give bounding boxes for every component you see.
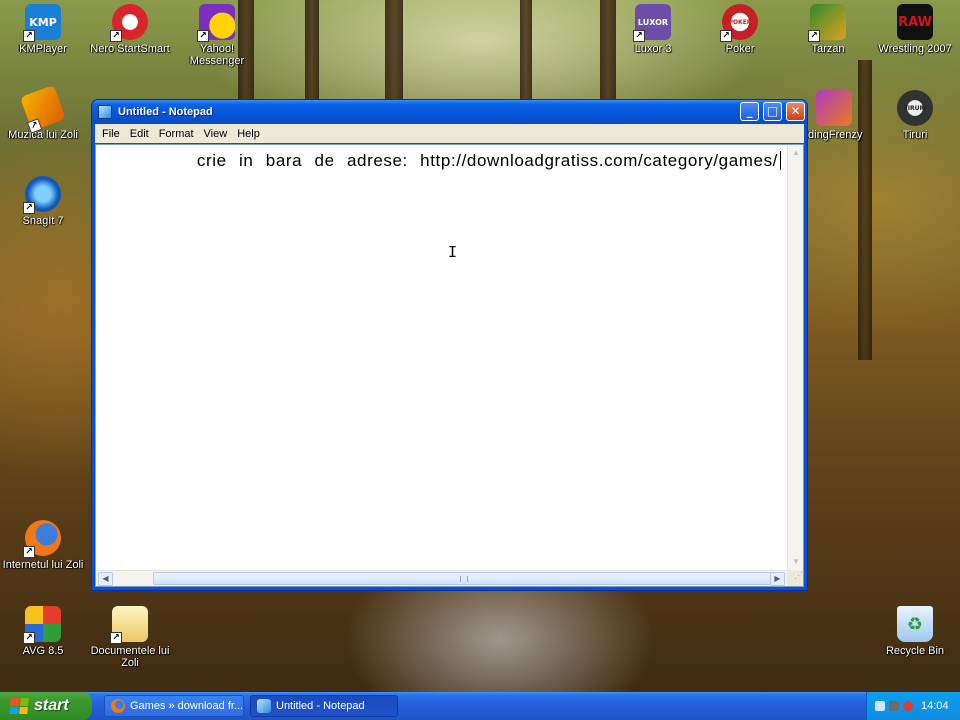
desktop-icon-internetul-lui-zoli[interactable]: ↗ Internetul lui Zoli: [0, 520, 87, 571]
horizontal-scroll-thumb[interactable]: [153, 572, 775, 585]
desktop-icon-wrestling-2007[interactable]: RAW Wrestling 2007: [871, 4, 959, 55]
start-button[interactable]: start: [0, 692, 92, 720]
speaker-icon[interactable]: [889, 701, 899, 711]
desktop-icon-tiruri[interactable]: TIRURI Tiruri: [871, 90, 959, 141]
music-folder-icon: ↗: [19, 84, 67, 134]
start-label: start: [34, 697, 69, 714]
scroll-up-arrow-icon[interactable]: ▲: [790, 147, 802, 159]
desktop-icon-label: Wrestling 2007: [878, 43, 952, 55]
desktop-icon-luxor-3[interactable]: LUXOR ↗ Luxor 3: [609, 4, 697, 55]
menu-bar: File Edit Format View Help: [95, 124, 804, 143]
text-caret: [780, 151, 781, 170]
taskbar-item-notepad[interactable]: Untitled - Notepad: [250, 695, 398, 717]
desktop-icon-label: Nero StartSmart: [90, 43, 170, 55]
desktop-icon-label: Yahoo! Messenger: [189, 43, 245, 67]
scroll-right-arrow-icon[interactable]: ▶: [770, 572, 785, 586]
avg-icon: ↗: [23, 606, 61, 644]
desktop-icon-snagit-7[interactable]: ↗ SnagIt 7: [0, 176, 87, 227]
desktop-icon-muzica-lui-zoli[interactable]: ↗ Muzica lui Zoli: [0, 84, 87, 141]
text-line: crie in bara de adrese: http://downloadg…: [197, 151, 781, 171]
desktop-icon-label: Tarzan: [811, 43, 845, 55]
text-viewport: crie in bara de adrese: http://downloadg…: [96, 145, 787, 570]
desktop-icon-label: KMPlayer: [19, 43, 67, 55]
taskbar-item-label: Games » download fr...: [129, 700, 243, 712]
taskbar: start Games » download fr... Untitled - …: [0, 692, 960, 720]
background-tree: [385, 0, 403, 100]
desktop-icon-kmplayer[interactable]: KMP ↗ KMPlayer: [0, 4, 87, 55]
menu-format[interactable]: Format: [155, 128, 200, 140]
ibeam-cursor-icon: I: [448, 243, 458, 261]
notepad-icon: [257, 699, 271, 713]
desktop-icon-label: AVG 8.5: [22, 645, 64, 657]
desktop-icon-nero-startsmart[interactable]: ↗ Nero StartSmart: [86, 4, 174, 55]
taskbar-item-browser[interactable]: Games » download fr...: [104, 695, 244, 717]
window-title: Untitled - Notepad: [118, 106, 213, 118]
firefox-icon: ↗: [23, 520, 61, 558]
scroll-grip-icon: [460, 576, 468, 582]
scroll-left-arrow-icon[interactable]: ◀: [98, 572, 113, 586]
notepad-window: Untitled - Notepad _ □ ✕ File Edit Forma…: [91, 99, 808, 591]
wrestling-raw-icon: RAW: [897, 4, 933, 40]
background-tree: [520, 0, 532, 100]
desktop-icon-label: Documentele lui Zoli: [90, 645, 170, 669]
menu-file[interactable]: File: [98, 128, 126, 140]
system-tray: 14:04: [866, 692, 960, 720]
yahoo-messenger-icon: ↗: [197, 4, 235, 42]
desktop-icon-recycle-bin[interactable]: ♻ Recycle Bin: [871, 606, 959, 657]
desktop-icon-yahoo-messenger[interactable]: ↗ Yahoo! Messenger: [173, 4, 261, 67]
desktop-icon-documentele-lui-zoli[interactable]: ↗ Documentele lui Zoli: [86, 606, 174, 669]
desktop-icon-label: SnagIt 7: [22, 215, 64, 227]
horizontal-scrollbar[interactable]: ◀ ▶: [96, 570, 787, 586]
clock[interactable]: 14:04: [921, 700, 949, 712]
desktop-icon-poker[interactable]: POKER ↗ Poker: [696, 4, 784, 55]
snagit-icon: ↗: [23, 176, 61, 214]
resize-grip-icon[interactable]: ⋰: [787, 570, 803, 586]
notepad-app-icon: [98, 105, 112, 119]
menu-edit[interactable]: Edit: [126, 128, 155, 140]
minimize-button[interactable]: _: [740, 102, 759, 121]
recycle-bin-icon: ♻: [897, 606, 933, 642]
windows-logo-icon: [9, 698, 29, 714]
background-tree: [305, 0, 319, 105]
network-icon[interactable]: [875, 701, 885, 711]
editor-text: crie in bara de adrese: http://downloadg…: [196, 151, 778, 170]
vertical-scrollbar[interactable]: ▲ ▼: [787, 145, 803, 570]
tarzan-icon: ↗: [808, 4, 846, 42]
desktop-icon-label: Recycle Bin: [885, 645, 945, 657]
desktop-icon-label: Tiruri: [902, 129, 928, 141]
text-editor[interactable]: crie in bara de adrese: http://downloadg…: [95, 144, 804, 587]
nero-icon: ↗: [110, 4, 148, 42]
luxor-icon: LUXOR ↗: [633, 4, 671, 42]
desktop-icon-label: Luxor 3: [634, 43, 672, 55]
desktop-icon-tarzan[interactable]: ↗ Tarzan: [784, 4, 872, 55]
title-bar[interactable]: Untitled - Notepad _ □ ✕: [92, 100, 807, 124]
close-button[interactable]: ✕: [786, 102, 805, 121]
maximize-button[interactable]: □: [763, 102, 782, 121]
menu-view[interactable]: View: [200, 128, 234, 140]
desktop-icon-label: Poker: [725, 43, 755, 55]
desktop-icon-label: Internetul lui Zoli: [2, 559, 84, 571]
documents-folder-icon: ↗: [110, 606, 148, 644]
desktop-icon-avg[interactable]: ↗ AVG 8.5: [0, 606, 87, 657]
poker-chip-icon: POKER ↗: [720, 4, 758, 42]
tiruri-icon: TIRURI: [897, 90, 933, 126]
kmplayer-icon: KMP ↗: [23, 4, 61, 42]
tray-app-icon[interactable]: [903, 701, 913, 711]
scroll-down-arrow-icon[interactable]: ▼: [790, 556, 802, 568]
game-icon: [816, 90, 852, 126]
menu-help[interactable]: Help: [233, 128, 266, 140]
desktop-icon-label: Muzica lui Zoli: [8, 129, 78, 141]
taskbar-item-label: Untitled - Notepad: [276, 700, 365, 712]
firefox-icon: [111, 699, 125, 713]
